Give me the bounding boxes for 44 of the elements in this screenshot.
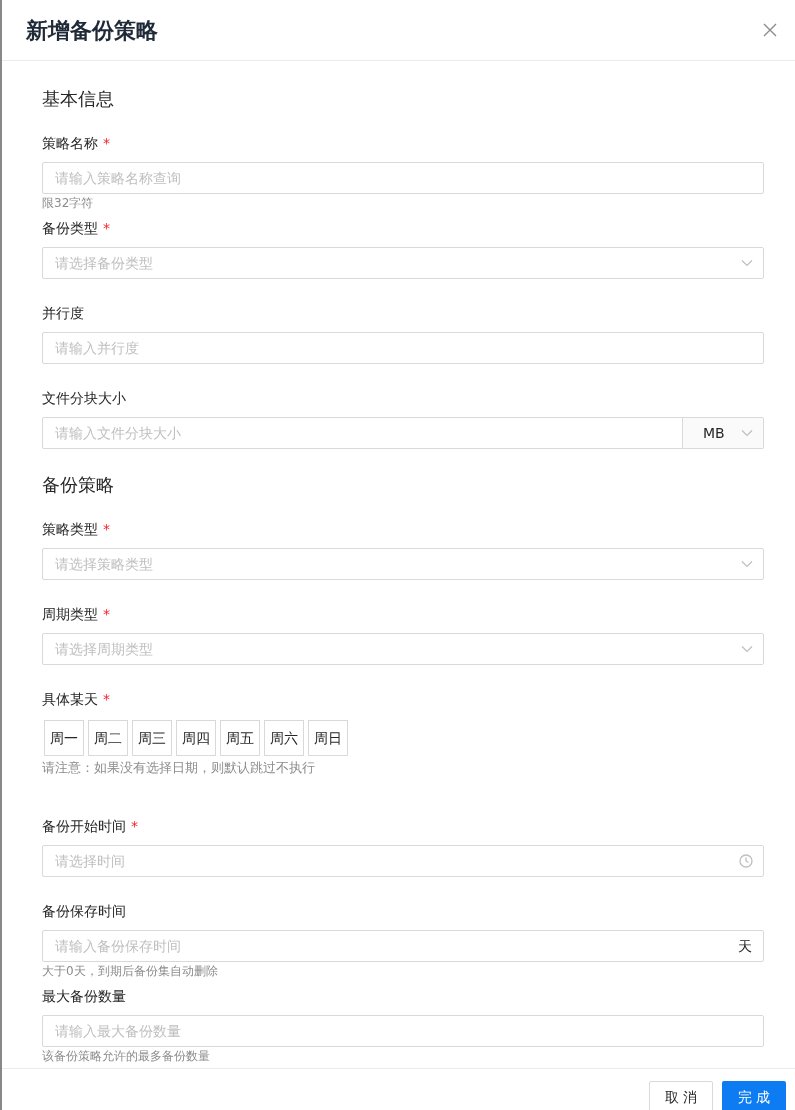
day-toggle[interactable]: 周六	[264, 720, 304, 756]
text-input[interactable]: 请输入并行度	[42, 332, 764, 364]
field-label: 策略名称	[42, 133, 98, 153]
field-label: 最大备份数量	[42, 986, 126, 1006]
day-toggle[interactable]: 周四	[176, 720, 216, 756]
required-mark: *	[103, 519, 110, 539]
chevron-down-icon	[741, 429, 753, 437]
clock-icon	[739, 854, 753, 868]
required-mark: *	[103, 689, 110, 709]
required-mark: *	[103, 133, 110, 153]
text-input[interactable]: 请输入文件分块大小	[42, 417, 683, 449]
done-button[interactable]: 完成	[722, 1081, 786, 1110]
required-mark: *	[103, 218, 110, 238]
field-label: 备份保存时间	[42, 901, 126, 921]
field-label: 并行度	[42, 303, 84, 323]
chevron-down-icon	[741, 560, 753, 568]
hint-text: 大于0天，到期后备份集自动删除	[42, 963, 219, 979]
day-toggle[interactable]: 周三	[132, 720, 172, 756]
section-title: 基本信息	[42, 87, 115, 111]
text-input[interactable]: 请输入最大备份数量	[42, 1015, 764, 1047]
required-mark: *	[103, 604, 110, 624]
hint-text: 限32字符	[42, 195, 95, 211]
field-label: 文件分块大小	[42, 388, 126, 408]
day-toggle[interactable]: 周二	[88, 720, 128, 756]
day-toggle[interactable]: 周五	[220, 720, 260, 756]
cancel-button[interactable]: 取消	[649, 1081, 713, 1110]
field-label: 备份开始时间	[42, 816, 126, 836]
day-toggle[interactable]: 周日	[308, 720, 348, 756]
section-title: 备份策略	[42, 473, 115, 497]
note-text: 请注意：如果没有选择日期，则默认跳过不执行	[42, 759, 316, 777]
field-label: 备份类型	[42, 218, 98, 238]
unit-select[interactable]: MB	[683, 417, 764, 449]
chevron-down-icon	[741, 259, 753, 267]
field-label: 策略类型	[42, 519, 98, 539]
field-label: 周期类型	[42, 604, 98, 624]
field-label: 具体某天	[42, 689, 98, 709]
day-toggle[interactable]: 周一	[44, 720, 84, 756]
required-mark: *	[131, 816, 138, 836]
hint-text: 该备份策略允许的最多备份数量	[42, 1048, 211, 1064]
unit-label: 天	[738, 937, 752, 956]
dialog-title: 新增备份策略	[26, 16, 158, 45]
text-input[interactable]: 请输入策略名称查询	[42, 162, 764, 194]
chevron-down-icon	[741, 645, 753, 653]
close-icon[interactable]	[763, 23, 777, 37]
